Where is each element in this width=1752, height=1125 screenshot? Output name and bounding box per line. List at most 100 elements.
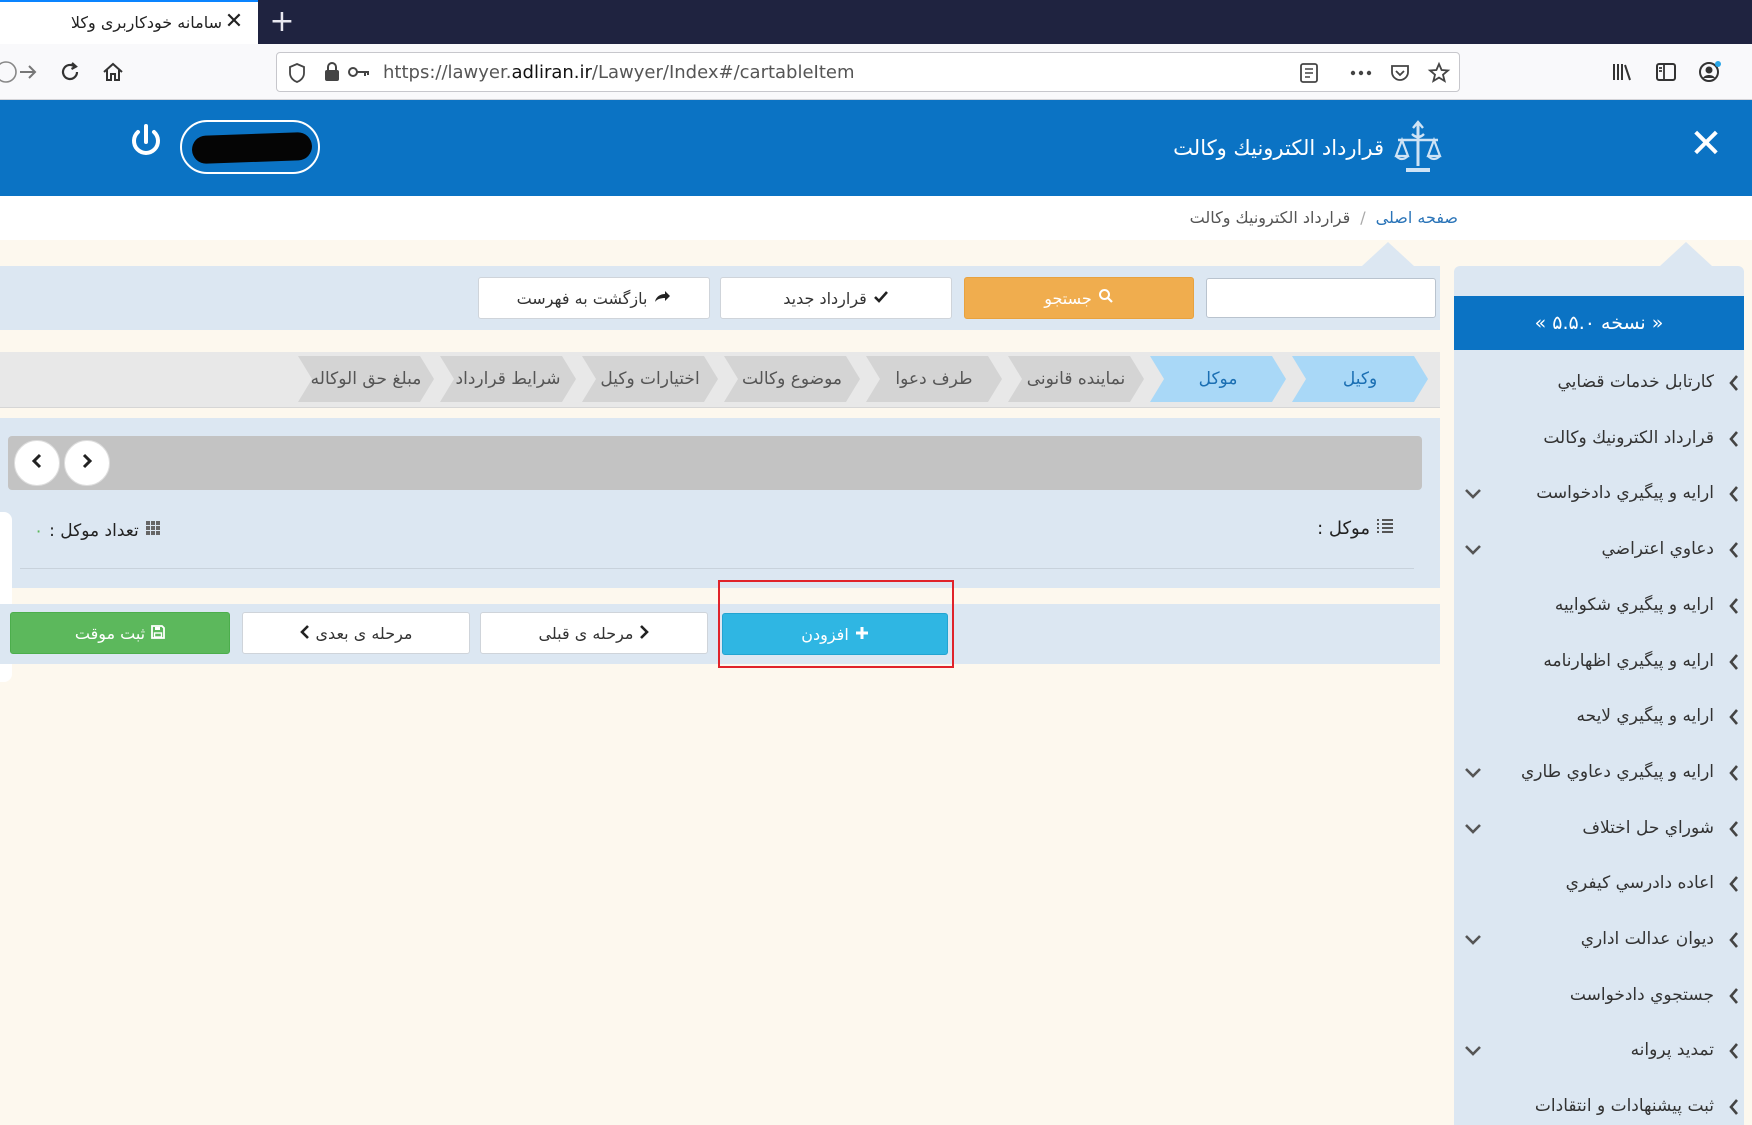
sidebar-item[interactable]: ارايه و پيگيري شكواييه	[1454, 579, 1744, 635]
back-to-list-label: بازگشت به فهرست	[516, 288, 648, 308]
chevron-left-icon	[1726, 597, 1740, 617]
floppy-disk-icon	[151, 624, 166, 643]
sidebar-notch	[1660, 242, 1712, 266]
pocket-icon[interactable]	[1389, 62, 1411, 88]
search-input[interactable]	[1206, 278, 1436, 318]
client-count: تعداد موكل : ۰	[34, 520, 161, 541]
wizard-step[interactable]: موضوع وكالت	[724, 356, 860, 402]
search-button[interactable]: جستجو	[964, 277, 1194, 319]
sidebar-item[interactable]: ديوان عدالت اداري	[1454, 913, 1744, 969]
url-text[interactable]: https://lawyer.adliran.ir/Lawyer/Index#/…	[383, 62, 855, 83]
share-arrow-icon	[653, 289, 671, 308]
wizard-step[interactable]: نماينده قانونى	[1008, 356, 1144, 402]
lock-icon[interactable]	[323, 61, 341, 87]
forward-icon[interactable]	[12, 56, 44, 88]
more-actions-icon[interactable]	[1349, 62, 1373, 88]
chevron-left-icon	[1726, 931, 1740, 951]
new-contract-button[interactable]: قرارداد جدید	[720, 277, 952, 319]
wizard-step[interactable]: اختيارات وكيل	[582, 356, 718, 402]
pager-prev-button[interactable]	[14, 440, 60, 486]
client-panel: موكل : تعداد موكل : ۰	[0, 418, 1440, 588]
panel-divider	[20, 568, 1414, 569]
sidebar-item[interactable]: كارتابل خدمات قضايي	[1454, 356, 1744, 412]
sidebar-item-label: جستجوي دادخواست	[1569, 984, 1714, 1005]
chevron-left-icon	[1726, 430, 1740, 450]
pager-next-button[interactable]	[64, 440, 110, 486]
back-to-list-button[interactable]: بازگشت به فهرست	[478, 277, 710, 319]
previous-step-button[interactable]: مرحله ی قبلی	[480, 612, 708, 654]
reader-view-icon[interactable]	[1299, 62, 1319, 88]
sidebar-item[interactable]: جستجوي دادخواست	[1454, 969, 1744, 1025]
chevron-down-icon[interactable]	[1462, 764, 1482, 778]
wizard-step-label: شرايط قرارداد	[455, 369, 561, 389]
sidebar-item[interactable]: اعاده دادرسي كيفري	[1454, 857, 1744, 913]
top-toolbar: جستجو قرارداد جدید بازگشت به فهرست	[0, 266, 1440, 330]
chevron-down-icon[interactable]	[1462, 541, 1482, 555]
check-icon	[873, 289, 889, 308]
wizard-step[interactable]: طرف دعوا	[866, 356, 1002, 402]
sidebar-item[interactable]: تمديد پروانه	[1454, 1024, 1744, 1080]
tab-close-icon[interactable]: ✕	[222, 10, 246, 34]
chevron-left-icon	[1726, 1042, 1740, 1062]
sidebar-toggle-icon[interactable]	[1650, 56, 1682, 88]
app-header: ✕ قرارداد الكترونيك وكالت	[0, 100, 1752, 196]
app-title: قرارداد الكترونيك وكالت	[1173, 136, 1384, 160]
save-temp-button[interactable]: ثبت موقت	[10, 612, 230, 654]
reload-icon[interactable]	[54, 56, 86, 88]
wizard-step[interactable]: موكل	[1150, 356, 1286, 402]
sidebar-item-label: اعاده دادرسي كيفري	[1565, 873, 1714, 894]
chevron-left-icon	[1726, 541, 1740, 561]
chevron-left-icon	[1726, 875, 1740, 895]
save-temp-label: ثبت موقت	[74, 623, 146, 643]
user-profile-button[interactable]	[180, 120, 320, 174]
chevron-down-icon[interactable]	[1462, 931, 1482, 945]
account-icon[interactable]	[1694, 56, 1726, 88]
sidebar-item[interactable]: ارايه و پيگيري لايحه	[1454, 690, 1744, 746]
chevron-down-icon[interactable]	[1462, 1042, 1482, 1057]
client-label: موكل :	[1317, 518, 1394, 539]
wizard-step[interactable]: مبلغ حق الوكاله	[298, 356, 434, 402]
sidebar-item[interactable]: قرارداد الكترونيك وكالت	[1454, 412, 1744, 468]
wizard-step[interactable]: شرايط قرارداد	[440, 356, 576, 402]
sidebar-item-label: شوراي حل اختلاف	[1582, 817, 1714, 838]
wizard-step-label: موكل	[1198, 369, 1238, 389]
close-icon[interactable]: ✕	[1686, 122, 1726, 166]
sidebar-item[interactable]: ارايه و پيگيري دعاوي طاري	[1454, 746, 1744, 802]
sidebar-menu: « نسخه ۵.۵.۰ » كارتابل خدمات قضايي قراردا…	[1454, 266, 1744, 1125]
sidebar-item[interactable]: ارايه و پيگيري دادخواست	[1454, 467, 1744, 523]
tab-title: سامانه خودکاربری وکلا	[70, 13, 222, 32]
sidebar-item[interactable]: ثبت پيشنهادات و انتقادات	[1454, 1080, 1744, 1125]
client-count-value: ۰	[34, 520, 44, 541]
chevron-down-icon[interactable]	[1462, 485, 1482, 500]
shield-icon[interactable]	[287, 62, 307, 88]
key-icon[interactable]	[347, 63, 371, 85]
wizard-step-label: نماينده قانونى	[1026, 369, 1126, 389]
browser-tab[interactable]: سامانه خودکاربری وکلا ✕	[0, 0, 258, 44]
sidebar-item-label: ديوان عدالت اداري	[1580, 929, 1714, 949]
sidebar-item[interactable]: دعاوي اعتراضي	[1454, 523, 1744, 579]
chevron-left-icon	[1726, 1098, 1740, 1118]
judiciary-logo-icon	[1392, 120, 1444, 180]
new-tab-icon[interactable]: +	[266, 6, 298, 38]
sidebar-item[interactable]: ارايه و پيگيري اظهارنامه	[1454, 635, 1744, 691]
bookmark-star-icon[interactable]	[1427, 61, 1451, 89]
wizard-step[interactable]: وكيل	[1292, 356, 1428, 402]
browser-tab-strip: سامانه خودکاربری وکلا ✕ +	[0, 0, 1752, 44]
next-step-label: مرحله ی بعدی	[315, 623, 413, 643]
breadcrumb-separator: /	[1360, 208, 1366, 227]
url-bar[interactable]: https://lawyer.adliran.ir/Lawyer/Index#/…	[276, 52, 1460, 92]
pager-bar	[8, 436, 1422, 490]
library-icon[interactable]	[1606, 56, 1638, 88]
home-icon[interactable]	[97, 56, 129, 88]
sidebar-item-label: ثبت پيشنهادات و انتقادات	[1534, 1096, 1714, 1117]
breadcrumb-home-link[interactable]: صفحه اصلی	[1376, 208, 1458, 227]
next-step-button[interactable]: مرحله ی بعدی	[242, 612, 470, 654]
client-count-label: تعداد موكل :	[49, 520, 139, 541]
chevron-down-icon[interactable]	[1462, 820, 1482, 834]
chevron-left-icon	[1726, 987, 1740, 1007]
breadcrumb-current: قرارداد الكترونيك وكالت	[1189, 208, 1351, 227]
chevron-left-icon	[1726, 764, 1740, 784]
sidebar-item[interactable]: شوراي حل اختلاف	[1454, 802, 1744, 858]
sidebar-item-label: كارتابل خدمات قضايي	[1557, 372, 1714, 392]
power-icon[interactable]	[126, 122, 166, 166]
